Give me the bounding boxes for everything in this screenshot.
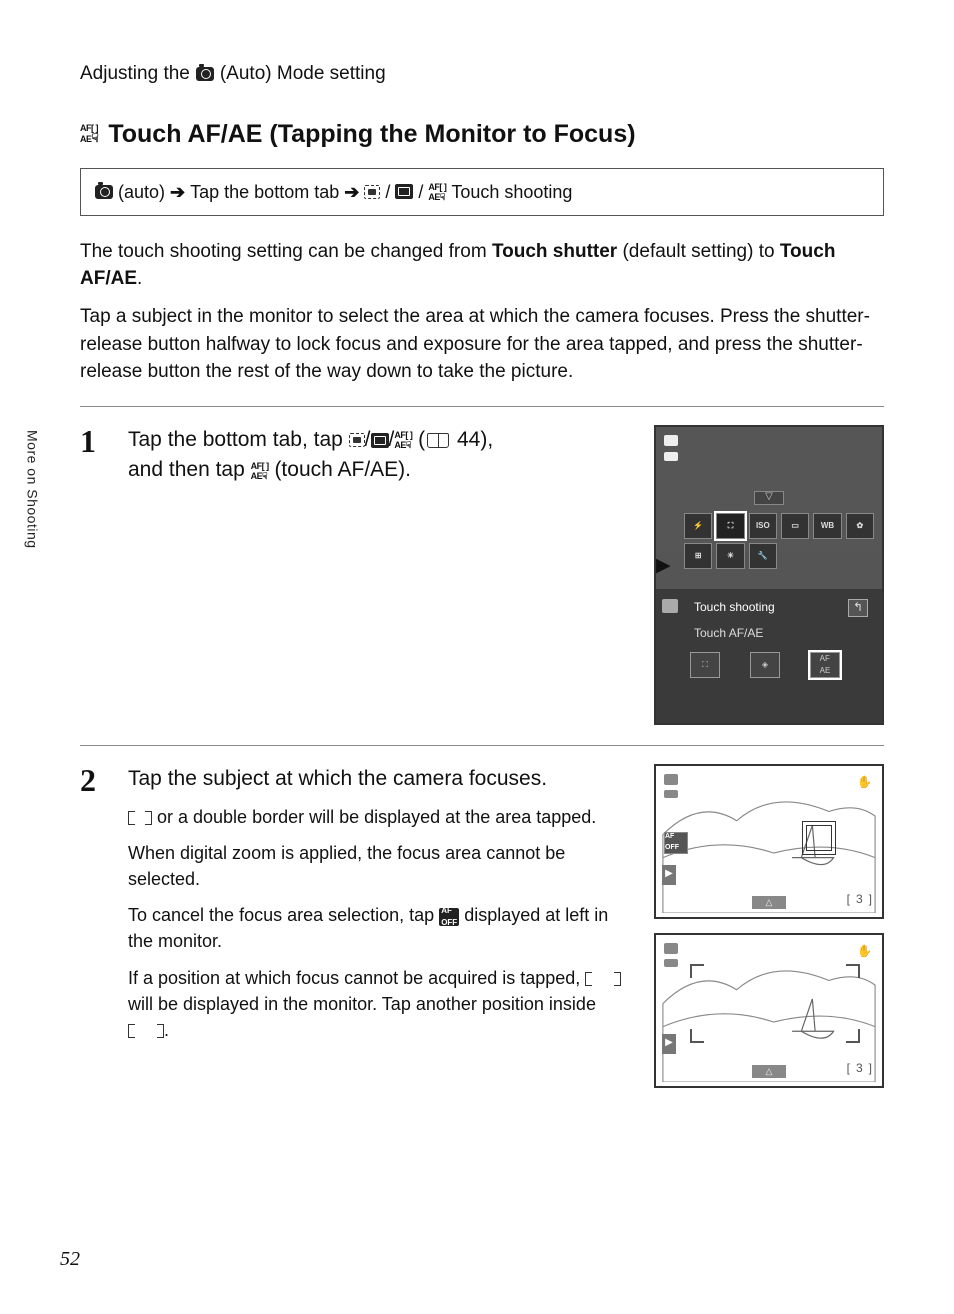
outer-bracket-tl <box>690 959 704 987</box>
collapse-arrow-icon: ▽ <box>754 491 784 505</box>
landscape-illustration <box>660 770 878 913</box>
path-step1: Tap the bottom tab <box>190 179 339 205</box>
camera-icon <box>664 435 678 446</box>
step2-p2: When digital zoom is applied, the focus … <box>128 840 636 892</box>
camera-icon <box>664 943 678 954</box>
step-number: 2 <box>80 764 110 796</box>
up-arrow-icon: △ <box>752 1065 786 1078</box>
touch-afae-icon: AF[ ]AE☟ <box>251 461 269 481</box>
outer-bracket-br <box>846 1024 860 1052</box>
bracket-icon: ] <box>869 1060 872 1077</box>
arrow-icon: ➔ <box>344 179 359 205</box>
iso-icon: ISO <box>749 513 777 539</box>
navigation-path: (auto) ➔ Tap the bottom tab ➔ //AF[ ]AE☟… <box>80 168 884 216</box>
bracket-icon: [ <box>847 1060 850 1077</box>
arrow-icon: ➔ <box>170 179 185 205</box>
focus-brackets-icon <box>128 810 152 826</box>
settings-icon-grid: ⚡ ⛶ ISO ▭ WB ✿ ⊞ ☀ 🔧 <box>684 513 874 569</box>
intro-block: The touch shooting setting can be change… <box>80 238 884 386</box>
step2-p3: To cancel the focus area selection, tap … <box>128 902 636 954</box>
failed-focus-brackets-icon <box>128 1023 164 1039</box>
title-text: Touch AF/AE (Tapping the Monitor to Focu… <box>108 116 635 152</box>
camera-icon <box>196 67 214 81</box>
outer-bracket-tr <box>846 959 860 987</box>
book-icon <box>427 433 449 448</box>
af-off-icon: AFOFF <box>439 908 459 926</box>
path-mode: (auto) <box>118 179 165 205</box>
menu-subtitle: Touch AF/AE <box>666 623 872 652</box>
intro-p2: Tap a subject in the monitor to select t… <box>80 303 884 386</box>
thumbnail-icon <box>662 599 678 613</box>
up-arrow-icon: △ <box>752 896 786 909</box>
step2-p4: If a position at which focus cannot be a… <box>128 965 636 1043</box>
touch-afae-icon: AF[ ]AE☟ <box>428 182 446 202</box>
touch-shutter-term: Touch shutter <box>492 241 617 262</box>
intro-p1: The touch shooting setting can be change… <box>80 238 884 293</box>
frame-counter: 3 <box>856 1060 863 1077</box>
touch-afae-icon: AF[ ]AE☟ <box>394 430 412 450</box>
exposure-icon: ☀ <box>716 543 744 569</box>
step-1: 1 Tap the bottom tab, tap //AF[ ]AE☟ ( 4… <box>80 406 884 745</box>
continuous-icon: ▭ <box>781 513 809 539</box>
vr-icon: ✋ <box>857 774 872 791</box>
frame-counter: 3 <box>856 891 863 908</box>
section-tab: More on Shooting <box>22 430 42 549</box>
failed-focus-brackets-icon <box>585 971 621 987</box>
step2-heading: Tap the subject at which the camera focu… <box>128 764 636 794</box>
outer-bracket-bl <box>690 1024 704 1052</box>
touch-afae-option: AFAE <box>810 652 840 678</box>
breadcrumb: Adjusting the (Auto) Mode setting <box>80 60 884 88</box>
subject-tracking-option: ◈ <box>750 652 780 678</box>
page-number: 52 <box>60 1245 80 1274</box>
step-number: 1 <box>80 425 110 457</box>
af-off-button: AF OFF <box>664 832 688 854</box>
flash-icon: ⚡ <box>684 513 712 539</box>
subject-tracking-icon <box>395 184 413 199</box>
path-suffix: Touch shooting <box>451 179 572 205</box>
page-title: AF[ ]AE☟ Touch AF/AE (Tapping the Monito… <box>80 116 884 152</box>
subject-tracking-icon <box>371 433 389 448</box>
bracket-icon: ] <box>869 891 872 908</box>
camera-icon <box>95 185 113 199</box>
figure-focus-failed: ✋ ▶ △ [ 3 ] <box>654 933 884 1088</box>
back-icon: ↰ <box>848 599 868 617</box>
vr-icon: ✋ <box>857 943 872 960</box>
step2-p1: or a double border will be displayed at … <box>128 804 636 830</box>
display-icon <box>664 959 678 967</box>
focus-target-double-border <box>806 825 832 851</box>
step1-heading: Tap the bottom tab, tap //AF[ ]AE☟ ( 44)… <box>128 425 636 486</box>
touch-shutter-icon <box>364 185 380 199</box>
step-2: 2 Tap the subject at which the camera fo… <box>80 745 884 1108</box>
header-mode: (Auto) Mode setting <box>220 60 386 88</box>
bracket-icon: [ <box>847 891 850 908</box>
display-icon <box>664 790 678 798</box>
camera-icon <box>664 774 678 785</box>
setup-icon: 🔧 <box>749 543 777 569</box>
touch-shutter-option: ⛶ <box>690 652 720 678</box>
macro-icon: ✿ <box>846 513 874 539</box>
af-area-icon: ⊞ <box>684 543 712 569</box>
touch-shooting-icon: ⛶ <box>716 513 744 539</box>
touch-afae-icon: AF[ ]AE☟ <box>80 123 98 144</box>
expand-arrow-icon: ▶ <box>662 865 676 885</box>
display-icon <box>664 452 678 461</box>
touch-shutter-icon <box>349 433 365 447</box>
figure-menu-screen: ▽ ⚡ ⛶ ISO ▭ WB ✿ ⊞ ☀ 🔧 <box>654 425 884 725</box>
wb-icon: WB <box>813 513 841 539</box>
figure-focus-locked: ✋ AF OFF ▶ △ [ 3 ] <box>654 764 884 919</box>
expand-arrow-icon: ▶ <box>662 1034 676 1054</box>
menu-title: Touch shooting <box>694 599 775 616</box>
header-prefix: Adjusting the <box>80 60 190 88</box>
